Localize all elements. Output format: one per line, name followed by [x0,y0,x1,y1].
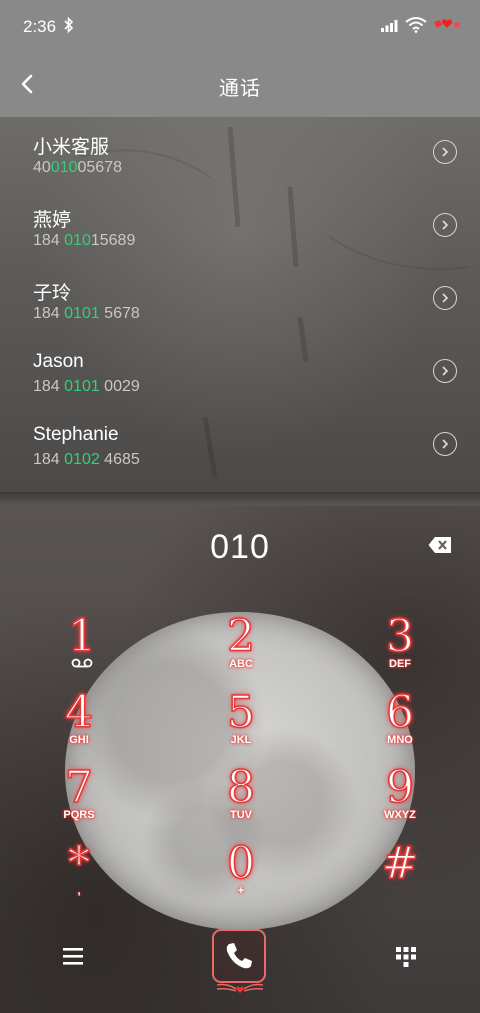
key-letters: + [237,885,245,897]
header-bar: 通话 [0,52,480,117]
key-digit: # [381,838,419,889]
key-hash[interactable]: # [355,838,445,913]
dialed-number-display: 010 [210,528,270,566]
bluetooth-icon [64,16,74,34]
heart-wings-icon [216,983,264,993]
contact-row[interactable]: Jason 184 0101 0029 [0,336,480,409]
wifi-icon [405,17,427,33]
key-letters: ABC [229,658,253,670]
key-digit: 5 [226,687,256,738]
divider [0,492,480,506]
key-digit: 8 [226,762,256,813]
key-0[interactable]: 0 + [196,838,286,913]
contact-number: 184 01015689 [33,232,136,249]
key-8[interactable]: 8 TUV [196,762,286,837]
signal-icon [381,20,398,32]
key-7[interactable]: 7 PQRS [34,762,124,837]
dialer-panel: 010 1 2 ABC 3 DEF 4 GHI 5 JKL 6 MNO 7 PQ… [0,506,480,1013]
chevron-right-icon [442,366,449,376]
key-digit: 2 [226,611,256,662]
key-2[interactable]: 2 ABC [196,611,286,686]
contact-name: Stephanie [33,424,119,445]
keypad-toggle-icon[interactable] [396,947,416,967]
key-letters: TUV [230,809,252,821]
contact-detail-button[interactable] [433,140,457,164]
key-6[interactable]: 6 MNO [355,687,445,762]
key-9[interactable]: 9 WXYZ [355,762,445,837]
contact-row[interactable]: Stephanie 184 0102 4685 [0,409,480,482]
key-1[interactable]: 1 [37,611,127,686]
contact-row[interactable]: 燕婷 184 01015689 [0,190,480,263]
contact-name: Jason [33,351,84,372]
key-letters: WXYZ [384,809,416,821]
key-3[interactable]: 3 DEF [355,611,445,686]
key-5[interactable]: 5 JKL [196,687,286,762]
matching-contacts-list: 小米客服 4001005678 燕婷 184 01015689 子玲 184 0… [0,117,480,492]
contact-number: 4001005678 [33,159,122,176]
key-digit: 6 [385,687,415,738]
contact-detail-button[interactable] [433,286,457,310]
key-digit: 7 [64,762,94,813]
phone-icon [226,943,252,969]
key-letters: GHI [69,734,89,746]
battery-icon [434,19,461,28]
key-4[interactable]: 4 GHI [34,687,124,762]
key-digit: 9 [385,762,415,813]
key-digit: 3 [385,611,415,662]
key-digit: * [67,838,91,889]
key-letters: MNO [387,734,413,746]
menu-icon[interactable] [63,948,83,965]
contact-detail-button[interactable] [433,432,457,456]
contact-name: 子玲 [33,283,72,304]
contact-row[interactable]: 小米客服 4001005678 [0,117,480,190]
contact-name: 小米客服 [33,137,110,158]
status-time: 2:36 [23,17,57,36]
key-digit: 4 [64,687,94,738]
key-star[interactable]: * , [34,838,124,913]
chevron-right-icon [442,220,449,230]
status-bar: 2:36 [0,0,480,52]
key-letters: PQRS [63,809,95,821]
key-letters: , [77,885,81,897]
chevron-right-icon [442,147,449,157]
chevron-right-icon [442,293,449,303]
contact-number: 184 0102 4685 [33,451,140,468]
contact-number: 184 0101 0029 [33,378,140,395]
key-digit: 1 [67,611,97,662]
key-letters: DEF [389,658,411,670]
key-digit: 0 [226,838,256,889]
contact-row[interactable]: 子玲 184 0101 5678 [0,263,480,336]
contact-name: 燕婷 [33,210,72,231]
contact-detail-button[interactable] [433,359,457,383]
backspace-icon[interactable] [428,536,452,554]
chevron-right-icon [442,439,449,449]
contact-detail-button[interactable] [433,213,457,237]
page-title: 通话 [219,78,261,100]
key-letters: JKL [230,734,252,746]
call-button[interactable] [212,929,266,983]
contact-number: 184 0101 5678 [33,305,140,322]
